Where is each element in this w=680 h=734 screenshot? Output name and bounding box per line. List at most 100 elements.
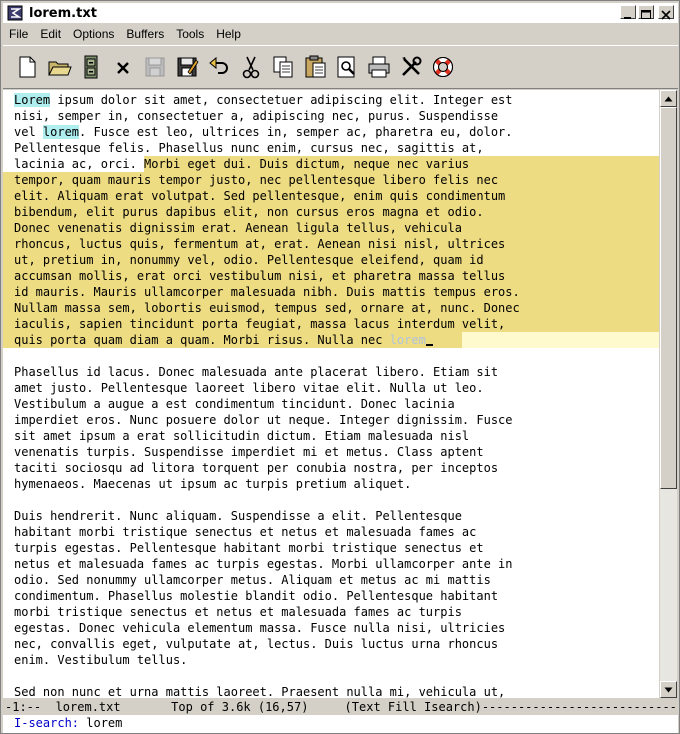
- cut-icon[interactable]: [235, 51, 267, 83]
- text-line: rhoncus, luctus quis, fermentum at, erat…: [3, 236, 659, 252]
- text-line: Phasellus id lacus. Donec malesuada ante…: [3, 364, 659, 380]
- text-line: hymenaeos. Maecenas ut ipsum ac turpis p…: [3, 476, 659, 492]
- text-line: Nullam massa sem, lobortis euismod, temp…: [3, 300, 659, 316]
- text-segment: habitant morbi tristique senectus et net…: [14, 525, 477, 539]
- menu-edit[interactable]: Edit: [34, 27, 67, 41]
- isearch-match: lorem: [42, 125, 80, 139]
- isearch-match: Lorem: [14, 93, 51, 107]
- paste-icon[interactable]: [299, 51, 331, 83]
- text-segment: amet justo. Pellentesque laoreet libero …: [14, 381, 484, 395]
- text-line: venenatis turpis. Suspendisse imperdiet …: [3, 444, 659, 460]
- close-window-button[interactable]: [658, 5, 674, 20]
- arrow-down-icon: [664, 687, 673, 692]
- text-segment: Phasellus id lacus. Donec malesuada ante…: [14, 365, 499, 379]
- text-line: habitant morbi tristique senectus et net…: [3, 524, 659, 540]
- text-line: amet justo. Pellentesque laoreet libero …: [3, 380, 659, 396]
- mode-line[interactable]: -1:-- lorem.txt Top of 3.6k (16,57) (Tex…: [3, 699, 678, 715]
- text-segment: quis porta quam diam a quam. Morbi risus…: [14, 333, 390, 347]
- close-buffer-icon[interactable]: [107, 51, 139, 83]
- text-line: turpis egestas. Pellentesque habitant mo…: [3, 540, 659, 556]
- text-line: Pellentesque felis. Phasellus nunc enim,…: [3, 140, 659, 156]
- window-title: lorem.txt: [29, 5, 97, 21]
- lazy-highlight-text: lorem: [389, 333, 426, 347]
- text-segment: Sed non nunc et urna mattis laoreet. Pra…: [14, 685, 506, 698]
- text-segment: Pellentesque felis. Phasellus nunc enim,…: [14, 141, 484, 155]
- text-editor-area[interactable]: Lorem ipsum dolor sit amet, consectetuer…: [3, 90, 659, 698]
- text-segment: egestas. Donec vehicula elementum massa.…: [14, 621, 506, 635]
- save-icon[interactable]: [139, 51, 171, 83]
- emacs-app-icon[interactable]: [7, 5, 23, 21]
- text-line: accumsan mollis, erat orci vestibulum ni…: [3, 268, 659, 284]
- menu-help[interactable]: Help: [210, 27, 247, 41]
- text-line: morbi tristique senectus et netus et mal…: [3, 604, 659, 620]
- arrow-up-icon: [664, 96, 673, 101]
- text-line: Duis hendrerit. Nunc aliquam. Suspendiss…: [3, 508, 659, 524]
- dired-cabinet-icon[interactable]: [75, 51, 107, 83]
- text-segment: vel: [14, 125, 43, 139]
- text-segment: Nullam massa sem, lobortis euismod, temp…: [14, 301, 520, 315]
- text-segment: hymenaeos. Maecenas ut ipsum ac turpis p…: [14, 477, 412, 491]
- copy-icon[interactable]: [267, 51, 299, 83]
- text-segment: lacinia ac, orci.: [14, 157, 145, 171]
- text-segment: elit. Aliquam erat volutpat. Sed pellent…: [14, 189, 506, 203]
- text-line: Lorem ipsum dolor sit amet, consectetuer…: [3, 92, 659, 108]
- text-line: nec, convallis eget, vulputate at, lectu…: [3, 636, 659, 652]
- text-segment: ut, pretium in, nonummy vel, odio. Pelle…: [14, 253, 484, 267]
- undo-icon[interactable]: [203, 51, 235, 83]
- text-segment: nisi, semper in, consectetuer a, adipisc…: [14, 109, 499, 123]
- menu-tools[interactable]: Tools: [170, 27, 210, 41]
- text-segment: nec, convallis eget, vulputate at, lectu…: [14, 637, 499, 651]
- vertical-scrollbar[interactable]: [660, 90, 677, 698]
- text-segment: Vestibulum a augue a est condimentum tin…: [14, 397, 455, 411]
- text-line: elit. Aliquam erat volutpat. Sed pellent…: [3, 188, 659, 204]
- minibuffer[interactable]: I-search: lorem: [3, 715, 678, 733]
- tool-bar: [3, 45, 678, 89]
- text-cursor: [425, 332, 433, 346]
- text-segment: rhoncus, luctus quis, fermentum at, erat…: [14, 237, 506, 251]
- help-lifebuoy-icon[interactable]: [427, 51, 459, 83]
- text-segment: condimentum. Phasellus molestie blandit …: [14, 589, 499, 603]
- text-line: Sed non nunc et urna mattis laoreet. Pra…: [3, 684, 659, 698]
- text-line: [3, 492, 659, 508]
- text-line: enim. Vestibulum tellus.: [3, 652, 659, 668]
- text-line: sit amet ipsum a erat sollicitudin dictu…: [3, 428, 659, 444]
- title-bar[interactable]: lorem.txt: [3, 3, 678, 23]
- text-segment: iaculis, sapien tincidunt porta feugiat,…: [14, 317, 506, 331]
- text-line: [3, 348, 659, 364]
- open-folder-icon[interactable]: [43, 51, 75, 83]
- maximize-button[interactable]: [638, 5, 654, 19]
- scroll-down-button[interactable]: [660, 681, 677, 698]
- text-line: vel lorem. Fusce est leo, ultrices in, s…: [3, 124, 659, 140]
- text-line: quis porta quam diam a quam. Morbi risus…: [3, 332, 659, 348]
- text-segment: bibendum, elit purus dapibus elit, non c…: [14, 205, 484, 219]
- text-segment: Donec venenatis dignissim erat. Aenean l…: [14, 221, 462, 235]
- text-line: [3, 668, 659, 684]
- minimize-button[interactable]: [620, 5, 636, 19]
- text-segment: ipsum dolor sit amet, consectetuer adipi…: [50, 93, 513, 107]
- text-line: iaculis, sapien tincidunt porta feugiat,…: [3, 316, 659, 332]
- menu-file[interactable]: File: [3, 27, 34, 41]
- text-segment: imperdiet eros. Nunc posuere dolor ut ne…: [14, 413, 513, 427]
- text-line: egestas. Donec vehicula elementum massa.…: [3, 620, 659, 636]
- menu-buffers[interactable]: Buffers: [120, 27, 170, 41]
- text-segment: taciti sociosqu ad litora torquent per c…: [14, 461, 499, 475]
- text-line: tempor, quam mauris tempor justo, nec pe…: [3, 172, 659, 188]
- save-as-icon[interactable]: [171, 51, 203, 83]
- region-highlight: Morbi eget dui. Duis dictum, neque nec v…: [144, 157, 470, 171]
- preferences-icon[interactable]: [395, 51, 427, 83]
- menu-options[interactable]: Options: [67, 27, 120, 41]
- print-icon[interactable]: [363, 51, 395, 83]
- menu-bar: File Edit Options Buffers Tools Help: [3, 24, 678, 43]
- text-line: lacinia ac, orci. Morbi eget dui. Duis d…: [3, 156, 659, 172]
- isearch-query: lorem: [79, 716, 123, 730]
- scroll-up-button[interactable]: [660, 90, 677, 107]
- text-line: nisi, semper in, consectetuer a, adipisc…: [3, 108, 659, 124]
- new-file-icon[interactable]: [11, 51, 43, 83]
- text-line: imperdiet eros. Nunc posuere dolor ut ne…: [3, 412, 659, 428]
- text-segment: Duis hendrerit. Nunc aliquam. Suspendiss…: [14, 509, 462, 523]
- text-segment: sit amet ipsum a erat sollicitudin dictu…: [14, 429, 470, 443]
- search-icon[interactable]: [331, 51, 363, 83]
- text-segment: accumsan mollis, erat orci vestibulum ni…: [14, 269, 506, 283]
- text-line: Vestibulum a augue a est condimentum tin…: [3, 396, 659, 412]
- scrollbar-thumb[interactable]: [660, 107, 677, 489]
